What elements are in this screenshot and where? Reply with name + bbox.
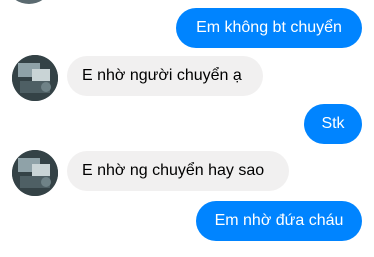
outgoing-message[interactable]: Em nhờ đứa cháu — [196, 201, 362, 241]
chat-thread: Em không bt chuyển E nhờ người chuyển ạ … — [0, 0, 374, 257]
avatar-photo-icon — [12, 150, 58, 196]
incoming-message[interactable]: E nhờ người chuyển ạ — [67, 56, 263, 96]
incoming-message[interactable]: E nhờ ng chuyển hay sao — [67, 151, 289, 191]
outgoing-message[interactable]: Stk — [304, 104, 362, 144]
contact-avatar[interactable] — [10, 0, 48, 4]
outgoing-message[interactable]: Em không bt chuyển — [176, 8, 362, 48]
avatar-photo-icon — [12, 55, 58, 101]
contact-avatar[interactable] — [12, 150, 58, 196]
contact-avatar[interactable] — [12, 55, 58, 101]
